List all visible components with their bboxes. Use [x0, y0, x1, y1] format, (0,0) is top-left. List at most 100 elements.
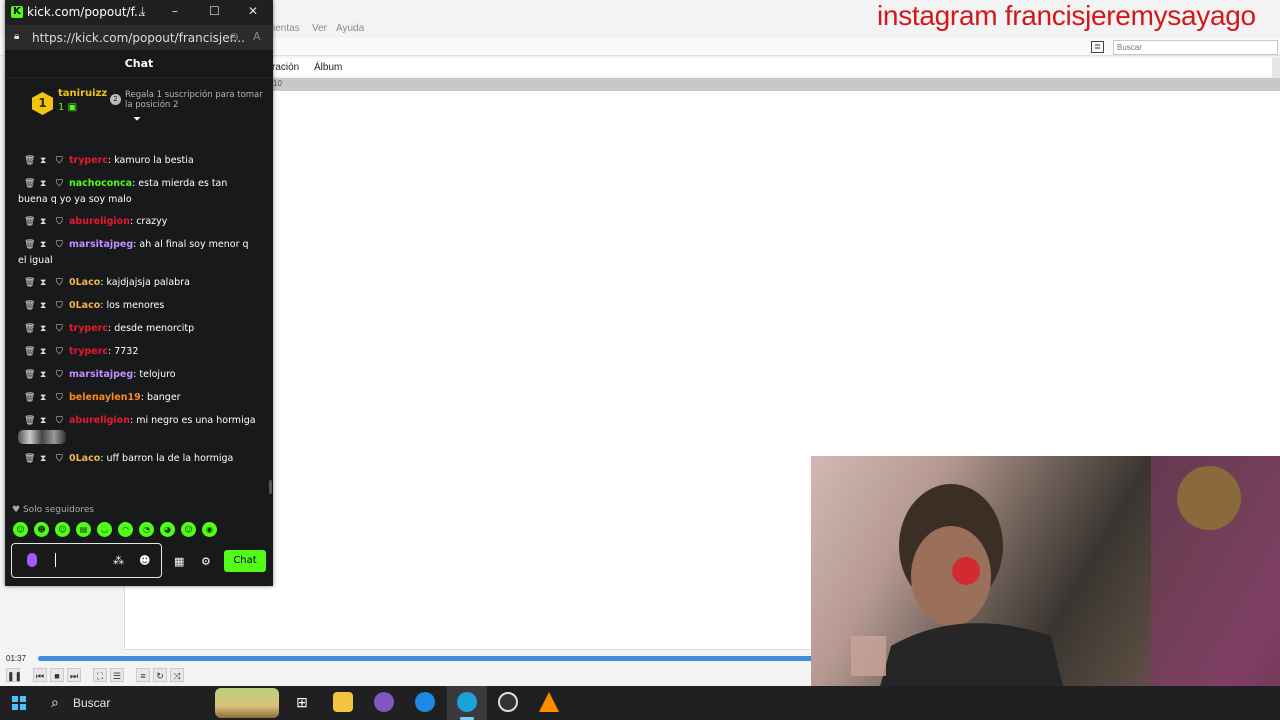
fullscreen-button[interactable]: ⛶ — [93, 668, 107, 682]
timeout-icon[interactable]: ⧗ — [40, 368, 50, 383]
chat-username[interactable]: 0Laco — [69, 300, 100, 311]
emote-icon[interactable]: ☺ — [13, 522, 28, 537]
delete-icon[interactable]: 🗑︎ — [24, 154, 35, 169]
zoom-icon[interactable]: ⊖ — [229, 30, 239, 44]
menu-ver[interactable]: Ver — [312, 23, 327, 34]
delete-icon[interactable]: 🗑︎ — [24, 299, 35, 314]
delete-icon[interactable]: 🗑︎ — [24, 177, 35, 192]
emote-icon[interactable]: ◔ — [139, 522, 154, 537]
chat-text: telojuro — [139, 369, 176, 380]
settings-gear-icon[interactable]: ⚙ — [201, 555, 211, 568]
store-icon[interactable]: ▦ — [174, 555, 184, 568]
search-input[interactable]: Buscar — [1113, 40, 1278, 55]
chat-text: 7732 — [114, 346, 139, 357]
translate-icon[interactable]: ⁂ — [113, 554, 124, 567]
send-chat-button[interactable]: Chat — [224, 550, 266, 572]
chat-username[interactable]: tryperc — [69, 155, 108, 166]
timeout-icon[interactable]: ⧗ — [40, 238, 50, 253]
chat-input[interactable]: ⁂ ☻ — [11, 543, 162, 578]
chat-username[interactable]: marsitajpeg — [69, 369, 133, 380]
file-explorer-icon[interactable] — [333, 692, 353, 712]
maximize-button[interactable]: ☐ — [209, 4, 220, 18]
chat-username[interactable]: 0Laco — [69, 453, 100, 464]
delete-icon[interactable]: 🗑︎ — [24, 452, 35, 467]
delete-icon[interactable]: 🗑︎ — [24, 322, 35, 337]
emote-icon[interactable]: ◡ — [97, 522, 112, 537]
equalizer-button[interactable]: ☰ — [110, 668, 124, 682]
pinned-gift-count: 1 ▣ — [58, 102, 77, 113]
stop-button[interactable]: ■ — [50, 668, 64, 682]
search-icon[interactable]: ⌕ — [51, 694, 59, 711]
chat-username[interactable]: tryperc — [69, 346, 108, 357]
address-bar[interactable]: 🔒︎ https://kick.com/popout/francisjer...… — [5, 25, 273, 50]
delete-icon[interactable]: 🗑︎ — [24, 345, 35, 360]
timeout-icon[interactable]: ⧗ — [40, 276, 50, 291]
timeout-icon[interactable]: ⧗ — [40, 391, 50, 406]
taskbar-search[interactable]: Buscar — [73, 696, 110, 710]
windows-start-icon[interactable] — [12, 696, 26, 710]
chat-username[interactable]: tryperc — [69, 323, 108, 334]
microphone-icon[interactable] — [27, 553, 37, 567]
chat-username[interactable]: nachoconca — [69, 178, 132, 189]
taskbar: ⌕ Buscar ⊞ — [0, 686, 1280, 720]
emote-icon[interactable]: ☻ — [34, 522, 49, 537]
emote-icon[interactable]: ▤ — [76, 522, 91, 537]
scrollbar[interactable] — [1272, 58, 1280, 80]
close-button[interactable]: ✕ — [248, 4, 258, 18]
obs-icon[interactable] — [498, 692, 518, 712]
chat-scrollbar[interactable] — [269, 480, 272, 494]
app-icon[interactable] — [415, 692, 435, 712]
next-button[interactable]: ⏭ — [67, 668, 81, 682]
timeout-icon[interactable]: ⧗ — [40, 215, 50, 230]
delete-icon[interactable]: 🗑︎ — [24, 391, 35, 406]
menu-ayuda[interactable]: Ayuda — [336, 23, 364, 34]
chrome-icon[interactable] — [374, 692, 394, 712]
timeout-icon[interactable]: ⧗ — [40, 414, 50, 429]
emote-icon[interactable]: ◉ — [202, 522, 217, 537]
edge-icon[interactable] — [457, 692, 477, 712]
view-list-icon[interactable]: ≣ — [1091, 41, 1104, 53]
delete-icon[interactable]: 🗑︎ — [24, 368, 35, 383]
collapse-icon[interactable]: ⏷ — [133, 115, 145, 125]
read-aloud-icon[interactable]: A — [253, 30, 261, 43]
playlist-button[interactable]: ≡ — [136, 668, 150, 682]
url-text[interactable]: https://kick.com/popout/francisjer... — [32, 31, 245, 45]
chat-message: 🗑︎ ⧗ ⛉ belenaylen19: banger — [5, 387, 267, 410]
chat-username[interactable]: 0Laco — [69, 277, 100, 288]
chat-username[interactable]: marsitajpeg — [69, 239, 133, 250]
vlc-icon[interactable] — [539, 692, 559, 712]
moderator-badge-icon: ⛉ — [56, 217, 63, 227]
delete-icon[interactable]: 🗑︎ — [24, 414, 35, 429]
timeout-icon[interactable]: ⧗ — [40, 177, 50, 192]
task-view-icon[interactable]: ⊞ — [292, 692, 312, 712]
chat-username[interactable]: abureligion — [69, 216, 130, 227]
emote-icon[interactable]: ☺ — [181, 522, 196, 537]
tab-configuracion[interactable]: ración — [272, 62, 299, 73]
shuffle-button[interactable]: ⤨ — [170, 668, 184, 682]
timeout-icon[interactable]: ⧗ — [40, 299, 50, 314]
emoji-icon[interactable]: ☻ — [139, 554, 150, 567]
pinned-username[interactable]: taniruizz — [58, 88, 107, 99]
emote-icon[interactable]: ☺ — [55, 522, 70, 537]
rank-badge-icon: 1 — [32, 92, 53, 115]
chat-username[interactable]: belenaylen19 — [69, 392, 141, 403]
delete-icon[interactable]: 🗑︎ — [24, 238, 35, 253]
download-icon[interactable]: ⤓ — [140, 4, 145, 19]
previous-button[interactable]: ⏮ — [33, 668, 47, 682]
pause-button[interactable]: ❚❚ — [6, 668, 22, 682]
timeout-icon[interactable]: ⧗ — [40, 322, 50, 337]
loop-button[interactable]: ↻ — [153, 668, 167, 682]
chat-username[interactable]: abureligion — [69, 415, 130, 426]
delete-icon[interactable]: 🗑︎ — [24, 276, 35, 291]
timeout-icon[interactable]: ⧗ — [40, 452, 50, 467]
minimize-button[interactable]: – — [172, 4, 178, 18]
emote-icon[interactable]: ◠ — [118, 522, 133, 537]
tab-album[interactable]: Álbum — [314, 62, 342, 73]
timeout-icon[interactable]: ⧗ — [40, 154, 50, 169]
menu-herramientas[interactable]: ientas — [273, 23, 300, 34]
emote-icon[interactable]: ◕ — [160, 522, 175, 537]
delete-icon[interactable]: 🗑︎ — [24, 215, 35, 230]
gift-circle-icon: 2 — [110, 94, 121, 105]
timeout-icon[interactable]: ⧗ — [40, 345, 50, 360]
moderator-badge-icon: ⛉ — [56, 347, 63, 357]
